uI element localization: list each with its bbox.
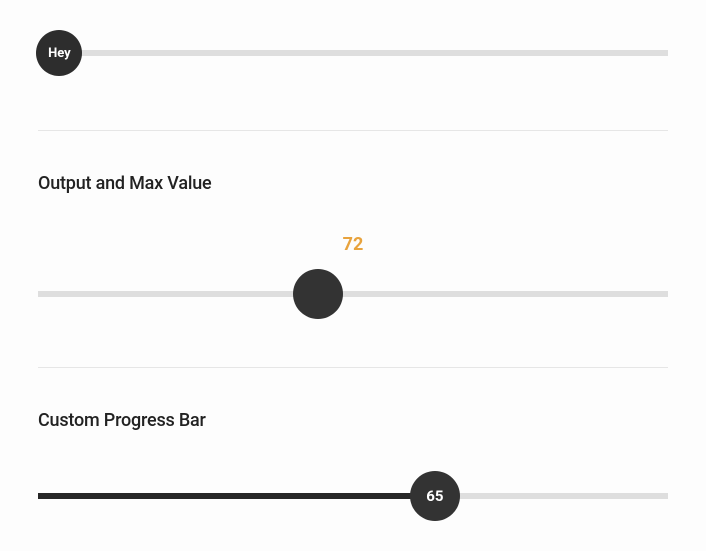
- slider-thumb-output[interactable]: [293, 269, 343, 319]
- slider-thumb-progress[interactable]: 65: [410, 471, 460, 521]
- slider-section-output: Output and Max Value 72: [38, 131, 668, 367]
- slider-thumb-hey[interactable]: Hey: [36, 30, 82, 76]
- slider-section-hey: Hey: [38, 0, 668, 130]
- slider-progress[interactable]: 65: [38, 471, 668, 521]
- slider-track: [38, 50, 668, 56]
- slider-fill: [38, 493, 435, 499]
- slider-thumb-label: Hey: [48, 46, 71, 61]
- slider-hey[interactable]: Hey: [38, 28, 668, 78]
- heading-output-max-value: Output and Max Value: [38, 173, 668, 194]
- slider-output[interactable]: [38, 269, 668, 319]
- heading-custom-progress: Custom Progress Bar: [38, 410, 668, 431]
- slider-thumb-label: 65: [426, 487, 443, 505]
- slider-output-value: 72: [38, 234, 668, 255]
- slider-section-progress: Custom Progress Bar 65: [38, 368, 668, 551]
- slider-track: [38, 291, 668, 297]
